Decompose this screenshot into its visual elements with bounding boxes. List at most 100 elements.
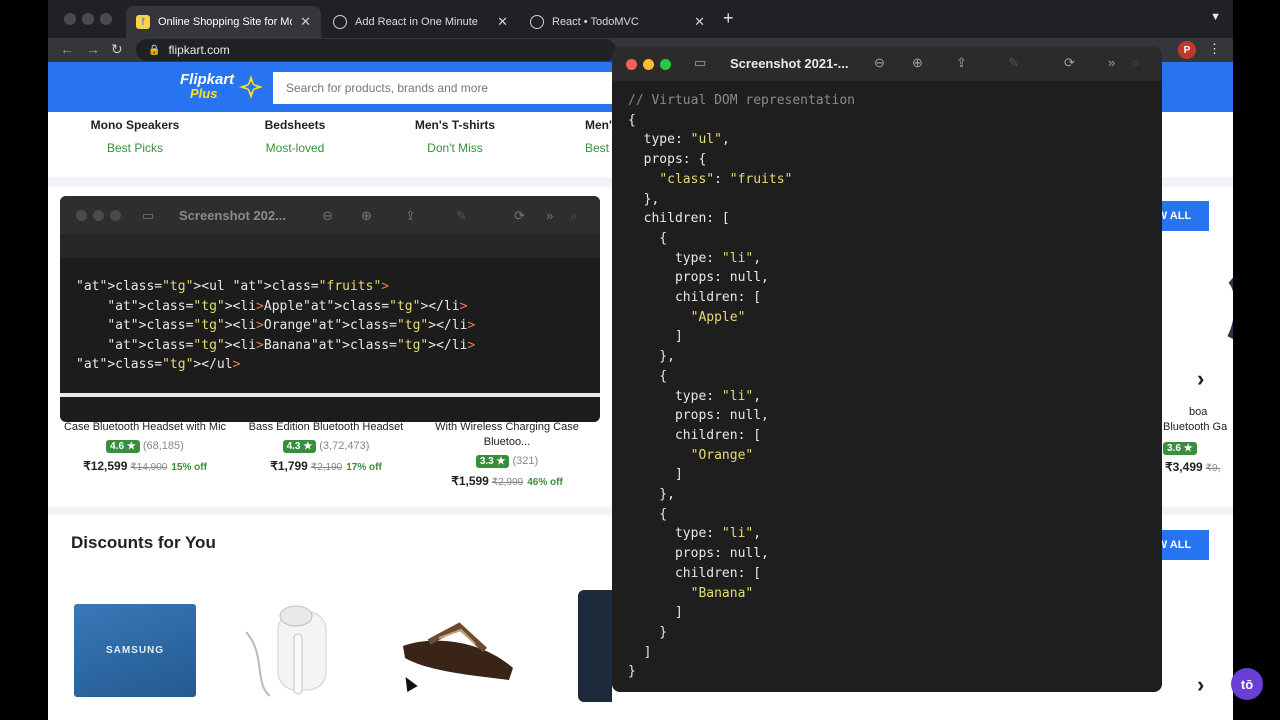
- code-line: props: null,: [628, 546, 769, 562]
- code-line: "Banana": [690, 585, 754, 601]
- minimize-window-button[interactable]: [82, 13, 94, 25]
- close-window-button[interactable]: [76, 210, 87, 221]
- close-window-button[interactable]: [64, 13, 76, 25]
- carousel-next-icon[interactable]: ›: [1197, 672, 1204, 698]
- preview-titlebar: ▭ Screenshot 202... ⊖ ⊕ ⇪ ✎ ⟳ » ⌕: [60, 196, 600, 234]
- category-item[interactable]: Mono Speakers Best Picks: [55, 118, 215, 155]
- more-tools-icon[interactable]: »: [1108, 55, 1115, 70]
- original-price: ₹2,999: [491, 477, 524, 488]
- code-line: children: [: [628, 290, 762, 306]
- address-bar[interactable]: 🔒 flipkart.com: [136, 39, 616, 61]
- code-line: props: null,: [628, 408, 769, 424]
- flipkart-search-input[interactable]: Search for products, brands and more: [273, 72, 613, 104]
- code-line: type: "li",: [628, 526, 762, 542]
- share-icon[interactable]: ⇪: [956, 55, 967, 71]
- preview-titlebar: ▭ Screenshot 2021-... ⊖ ⊕ ⇪ ✎ ⟳ » ⌕: [612, 47, 1162, 81]
- price: ₹1,799: [270, 459, 308, 473]
- tab-add-react[interactable]: Add React in One Minute ✕: [323, 6, 518, 38]
- price: ₹12,599: [83, 459, 128, 473]
- preview-title: Screenshot 2021-...: [730, 56, 849, 71]
- category-item[interactable]: Men's T-shirts Don't Miss: [375, 118, 535, 155]
- sidebar-icon[interactable]: ▭: [142, 208, 154, 224]
- tab-todomvc[interactable]: React • TodoMVC ✕: [520, 6, 715, 38]
- carousel-next-icon[interactable]: ›: [1197, 366, 1204, 392]
- product-card[interactable]: Bass Edition Bluetooth Headset 4.3 ★ (3,7…: [236, 420, 416, 473]
- flipkart-logo[interactable]: Flipkart Plus: [180, 72, 234, 101]
- more-menu-icon[interactable]: ⋮: [1208, 41, 1221, 57]
- tab-search-chevron-icon[interactable]: ▼: [1210, 11, 1221, 23]
- code-line: ]: [628, 605, 683, 621]
- product-name: With Wireless Charging Case Bluetoo...: [435, 421, 579, 448]
- earbuds-image[interactable]: [236, 594, 356, 706]
- rating-badge: 4.6 ★: [106, 440, 140, 453]
- zoom-window-button[interactable]: [100, 13, 112, 25]
- reload-icon[interactable]: ↻: [111, 41, 123, 58]
- original-price: ₹2,190: [310, 462, 343, 473]
- tab-flipkart[interactable]: f Online Shopping Site for Mobile ✕: [126, 6, 321, 38]
- zoom-in-icon[interactable]: ⊕: [361, 208, 372, 224]
- code-line: "at">class="tg"><li>Orange"at">class="tg…: [107, 318, 476, 333]
- sandal-image[interactable]: [399, 616, 517, 688]
- zoom-out-icon[interactable]: ⊖: [874, 55, 885, 71]
- rating-badge: 3.6 ★: [1163, 442, 1197, 455]
- share-icon[interactable]: ⇪: [405, 208, 416, 224]
- toggl-button[interactable]: tō: [1231, 668, 1263, 700]
- samsung-ssd-image[interactable]: SAMSUNG: [74, 604, 196, 697]
- markup-icon[interactable]: ✎: [456, 208, 467, 224]
- preview-title: Screenshot 202...: [179, 208, 286, 223]
- tab-close-icon[interactable]: ✕: [497, 14, 508, 30]
- minimize-window-button[interactable]: [643, 59, 654, 70]
- search-icon[interactable]: ⌕: [570, 208, 577, 224]
- discount: 15% off: [171, 462, 207, 473]
- rotate-icon[interactable]: ⟳: [514, 208, 525, 224]
- close-window-button[interactable]: [626, 59, 637, 70]
- minimize-window-button[interactable]: [93, 210, 104, 221]
- markup-icon[interactable]: ✎: [1008, 55, 1019, 71]
- zoom-window-button[interactable]: [110, 210, 121, 221]
- code-line: {: [628, 506, 668, 522]
- category-item[interactable]: Men's Best: [535, 118, 615, 155]
- code-line: type: "li",: [628, 388, 762, 404]
- code-line: {: [628, 230, 668, 246]
- zoom-out-icon[interactable]: ⊖: [322, 208, 333, 224]
- zoom-window-button[interactable]: [660, 59, 671, 70]
- code-line: },: [628, 191, 660, 207]
- plus-star-icon: [239, 75, 263, 99]
- zoom-in-icon[interactable]: ⊕: [912, 55, 923, 71]
- price: ₹1,599: [451, 474, 489, 488]
- tab-title: React • TodoMVC: [552, 16, 639, 28]
- sidebar-icon[interactable]: ▭: [694, 55, 706, 71]
- product-name: boa: [1189, 406, 1208, 418]
- discount: 17% off: [346, 462, 382, 473]
- original-price: ₹9,: [1205, 463, 1221, 474]
- code-line: props: null,: [628, 270, 769, 286]
- profile-avatar[interactable]: P: [1178, 41, 1196, 59]
- review-count: (3,72,473): [319, 440, 370, 452]
- code-line: },: [628, 487, 675, 503]
- preview-window-html: ▭ Screenshot 202... ⊖ ⊕ ⇪ ✎ ⟳ » ⌕ "at">c…: [60, 196, 600, 422]
- code-line: ]: [628, 329, 683, 345]
- forward-arrow-icon[interactable]: →: [86, 41, 100, 57]
- code-line: ]: [628, 467, 683, 483]
- code-line: },: [628, 349, 675, 365]
- back-arrow-icon[interactable]: ←: [60, 41, 74, 57]
- tab-close-icon[interactable]: ✕: [300, 14, 311, 30]
- new-tab-button[interactable]: +: [723, 8, 734, 29]
- url-text: flipkart.com: [168, 43, 230, 57]
- tab-title: Online Shopping Site for Mobile: [158, 16, 292, 28]
- code-line: {: [628, 368, 668, 384]
- code-line: ]: [628, 644, 652, 660]
- code-line: }: [628, 624, 668, 640]
- preview-footer: [60, 393, 600, 397]
- more-tools-icon[interactable]: »: [546, 208, 553, 223]
- headphone-image: [1227, 278, 1233, 339]
- category-item[interactable]: Bedsheets Most-loved: [215, 118, 375, 155]
- watch-image[interactable]: [578, 590, 612, 702]
- rotate-icon[interactable]: ⟳: [1064, 55, 1075, 71]
- product-card[interactable]: Case Bluetooth Headset with Mic 4.6 ★ (68…: [55, 420, 235, 473]
- tab-close-icon[interactable]: ✕: [694, 14, 705, 30]
- screen: f Online Shopping Site for Mobile ✕ Add …: [0, 0, 1280, 720]
- product-card[interactable]: With Wireless Charging Case Bluetoo... 3…: [417, 420, 597, 488]
- search-icon[interactable]: ⌕: [1132, 55, 1139, 71]
- code-line: children: [: [628, 427, 762, 443]
